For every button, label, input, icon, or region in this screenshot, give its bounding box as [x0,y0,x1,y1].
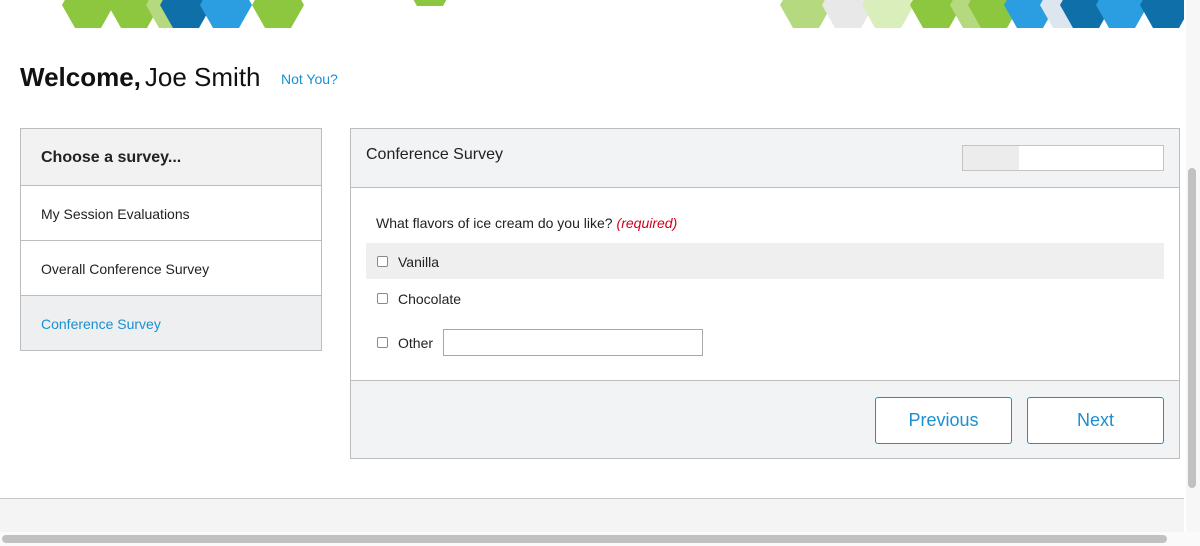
survey-panel-header: Conference Survey [351,129,1179,188]
vanilla-checkbox[interactable] [377,256,388,267]
survey-title: Conference Survey [366,146,503,163]
hexagon-decoration [404,0,456,6]
sidebar-item-conference-survey[interactable]: Conference Survey [21,296,321,350]
next-button[interactable]: Next [1027,397,1164,444]
required-label: (required) [616,215,678,231]
previous-button[interactable]: Previous [875,397,1012,444]
other-text-input[interactable] [443,329,703,356]
survey-panel: Conference Survey What flavors of ice cr… [350,128,1180,459]
option-label[interactable]: Other [398,335,433,351]
survey-list-sidebar: Choose a survey... My Session Evaluation… [20,128,322,351]
hexagon-decoration [62,0,114,28]
option-vanilla[interactable]: Vanilla [366,243,1164,279]
welcome-heading: Welcome, Joe Smith [20,62,261,93]
sidebar-item-my-session-evaluations[interactable]: My Session Evaluations [21,186,321,241]
welcome-label: Welcome, [20,62,141,92]
hexagon-decoration [862,0,914,28]
survey-page: Welcome, Joe Smith Not You? Choose a surv… [0,0,1200,546]
question-text-row: What flavors of ice cream do you like? (r… [376,215,677,231]
not-you-link[interactable]: Not You? [281,71,338,87]
survey-panel-footer: Previous Next [351,380,1179,458]
hexagon-decoration [1096,0,1148,28]
other-checkbox[interactable] [377,337,388,348]
progress-fill [963,146,1019,170]
option-label[interactable]: Chocolate [398,291,461,307]
hexagon-decoration [1140,0,1184,28]
hexagon-decoration [252,0,304,28]
option-chocolate[interactable]: Chocolate [366,280,1164,316]
header-hexagon-banner [0,0,1184,30]
option-label[interactable]: Vanilla [398,254,439,270]
vertical-scrollbar-thumb[interactable] [1188,168,1196,488]
page-footer [0,498,1184,534]
chocolate-checkbox[interactable] [377,293,388,304]
question-text: What flavors of ice cream do you like? [376,215,613,231]
sidebar-heading: Choose a survey... [21,129,321,186]
survey-progress-bar [962,145,1164,171]
user-name: Joe Smith [144,62,261,92]
sidebar-item-overall-conference-survey[interactable]: Overall Conference Survey [21,241,321,296]
option-other[interactable]: Other [366,324,1164,360]
hexagon-decoration [200,0,252,28]
horizontal-scrollbar-thumb[interactable] [2,535,1167,543]
